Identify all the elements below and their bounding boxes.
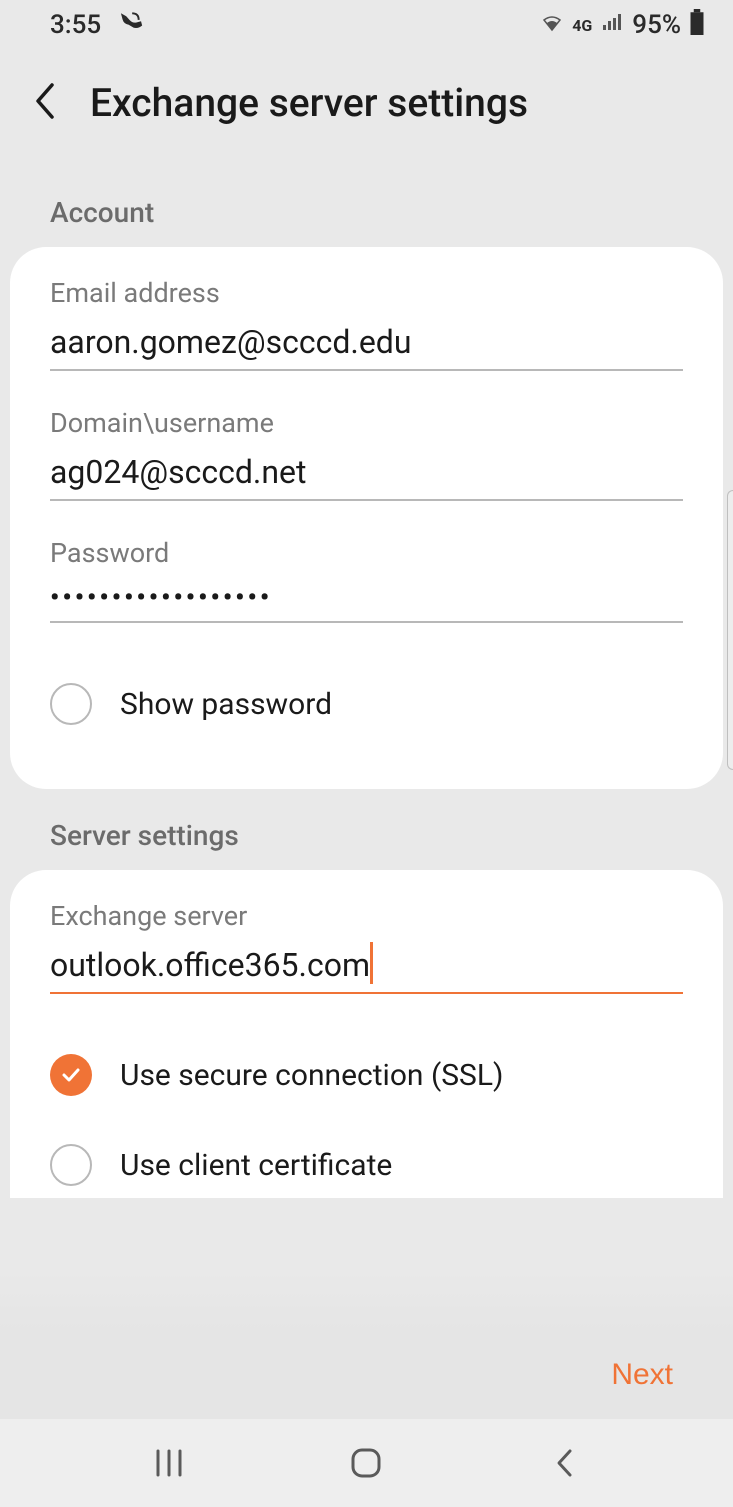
show-password-label: Show password	[120, 687, 332, 722]
wifi-icon	[540, 10, 564, 41]
show-password-row[interactable]: Show password	[50, 659, 683, 749]
status-bar: 3:55 4G 95%	[0, 0, 733, 50]
password-input[interactable]	[50, 579, 683, 623]
fade-mask	[0, 1271, 733, 1331]
exchange-server-input[interactable]	[50, 942, 683, 994]
nav-bar	[0, 1419, 733, 1507]
network-4g-icon: 4G	[572, 16, 592, 35]
account-card: Email address Domain\username Password S…	[10, 247, 723, 789]
domain-input[interactable]	[50, 449, 683, 501]
email-label: Email address	[50, 277, 683, 309]
client-cert-checkbox[interactable]	[50, 1144, 92, 1186]
signal-icon	[600, 10, 624, 41]
battery-percent: 95%	[632, 10, 681, 40]
wifi-calling-icon	[117, 9, 143, 42]
client-cert-label: Use client certificate	[120, 1148, 392, 1183]
next-button[interactable]: Next	[611, 1358, 673, 1392]
back-nav-button[interactable]	[534, 1433, 594, 1493]
section-label-account: Account	[0, 166, 733, 247]
page-title: Exchange server settings	[90, 80, 528, 126]
server-card: Exchange server Use secure connection (S…	[10, 870, 723, 1198]
action-bar: Next	[0, 1331, 733, 1419]
email-input[interactable]	[50, 319, 683, 371]
show-password-checkbox[interactable]	[50, 683, 92, 725]
ssl-checkbox[interactable]	[50, 1054, 92, 1096]
text-caret	[370, 942, 373, 984]
domain-label: Domain\username	[50, 407, 683, 439]
exchange-label: Exchange server	[50, 900, 683, 932]
status-time: 3:55	[50, 10, 101, 40]
password-label: Password	[50, 537, 683, 569]
ssl-label: Use secure connection (SSL)	[120, 1058, 503, 1093]
client-cert-row[interactable]: Use client certificate	[50, 1120, 683, 1188]
back-button[interactable]	[30, 81, 58, 125]
recents-button[interactable]	[139, 1433, 199, 1493]
edge-panel-handle[interactable]	[727, 490, 733, 770]
home-button[interactable]	[336, 1433, 396, 1493]
page-header: Exchange server settings	[0, 50, 733, 166]
ssl-row[interactable]: Use secure connection (SSL)	[50, 1030, 683, 1120]
section-label-server: Server settings	[0, 789, 733, 870]
battery-icon	[689, 9, 705, 42]
